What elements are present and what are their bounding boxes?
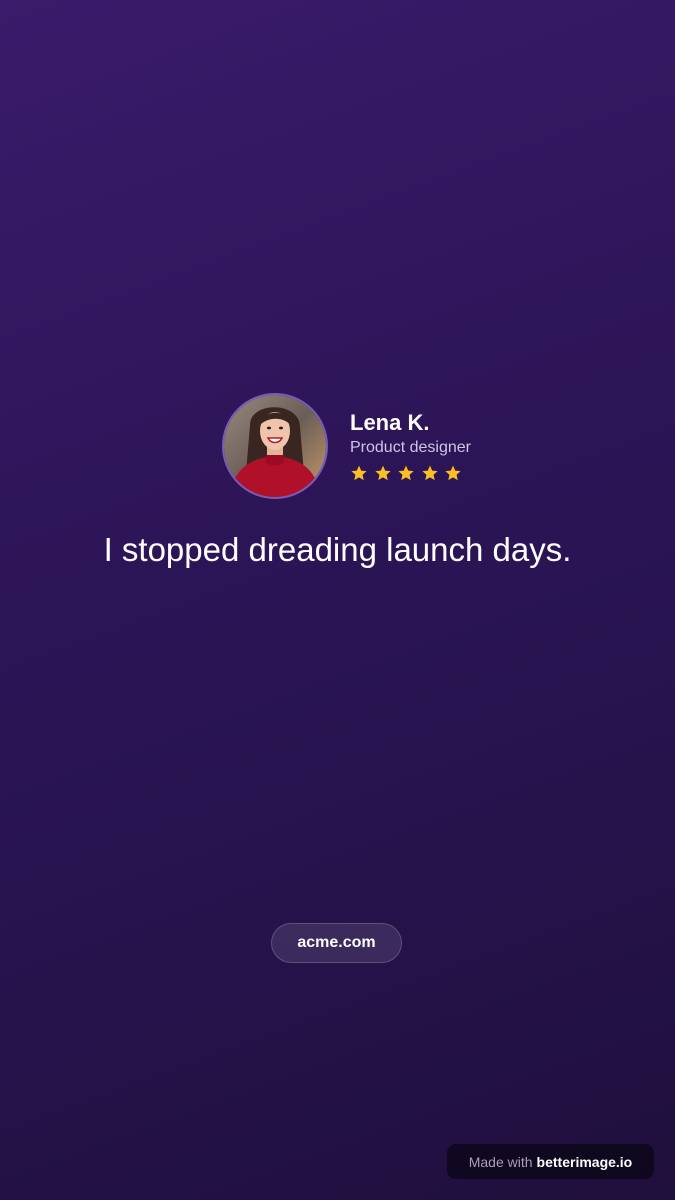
author-role: Product designer [350,439,471,456]
author-block: Lena K. Product designer [350,410,471,482]
author-name: Lena K. [350,410,430,435]
testimonial-quote: I stopped dreading launch days. [103,531,572,568]
star-rating [350,464,471,482]
domain-link[interactable]: acme.com [271,923,402,963]
avatar-photo [224,395,326,497]
star-icon [398,465,414,481]
star-icon [374,465,391,481]
watermark-brand: betterimage.io [536,1153,633,1170]
watermark-badge[interactable]: Made with betterimage.io [447,1144,654,1179]
testimonial-header: Lena K. Product designer [222,393,471,499]
avatar [222,393,328,499]
watermark-prefix: Made with [468,1153,533,1170]
star-icon [445,465,461,481]
star-icon [351,465,367,481]
star-icon [421,465,438,481]
